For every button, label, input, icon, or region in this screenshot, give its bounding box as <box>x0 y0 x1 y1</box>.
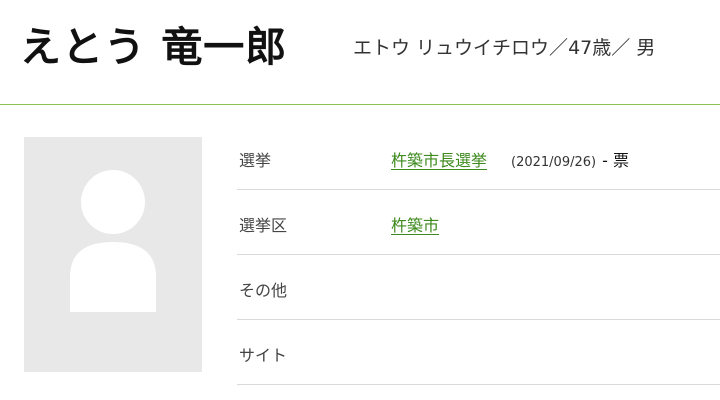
candidate-name: えとう 竜一郎 <box>20 23 288 71</box>
candidate-photo-placeholder <box>24 137 202 372</box>
candidate-age: 47歳 <box>568 37 612 59</box>
other-label: その他 <box>239 281 288 300</box>
district-value: 杵築市 <box>391 212 439 236</box>
candidate-gender: 男 <box>636 37 656 59</box>
info-row-other: その他 <box>237 255 720 320</box>
info-row-district: 選挙区 杵築市 <box>237 190 720 255</box>
candidate-kana: エトウ リュウイチロウ <box>353 37 550 59</box>
election-value: 杵築市長選挙 (2021/09/26) - 票 <box>391 147 629 171</box>
profile-header: えとう 竜一郎 エトウ リュウイチロウ／47歳／ 男 <box>0 0 720 105</box>
election-link[interactable]: 杵築市長選挙 <box>391 151 487 170</box>
district-link[interactable]: 杵築市 <box>391 216 439 235</box>
meta-separator: ／ <box>549 37 569 59</box>
meta-separator: ／ <box>611 37 631 59</box>
district-label: 選挙区 <box>239 216 288 235</box>
candidate-info-table: 選挙 杵築市長選挙 (2021/09/26) - 票 選挙区 杵築市 その他 サイト <box>237 125 720 385</box>
person-placeholder-icon <box>70 170 156 312</box>
site-label: サイト <box>239 346 288 365</box>
info-row-site: サイト <box>237 320 720 385</box>
election-date: (2021/09/26) <box>511 155 597 170</box>
info-row-election: 選挙 杵築市長選挙 (2021/09/26) - 票 <box>237 125 720 190</box>
candidate-meta: エトウ リュウイチロウ／47歳／ 男 <box>353 30 655 66</box>
election-label: 選挙 <box>239 151 272 170</box>
election-votes: - 票 <box>602 151 629 170</box>
candidate-profile-page: えとう 竜一郎 エトウ リュウイチロウ／47歳／ 男 選挙 杵築市長選挙 (202… <box>0 0 720 400</box>
